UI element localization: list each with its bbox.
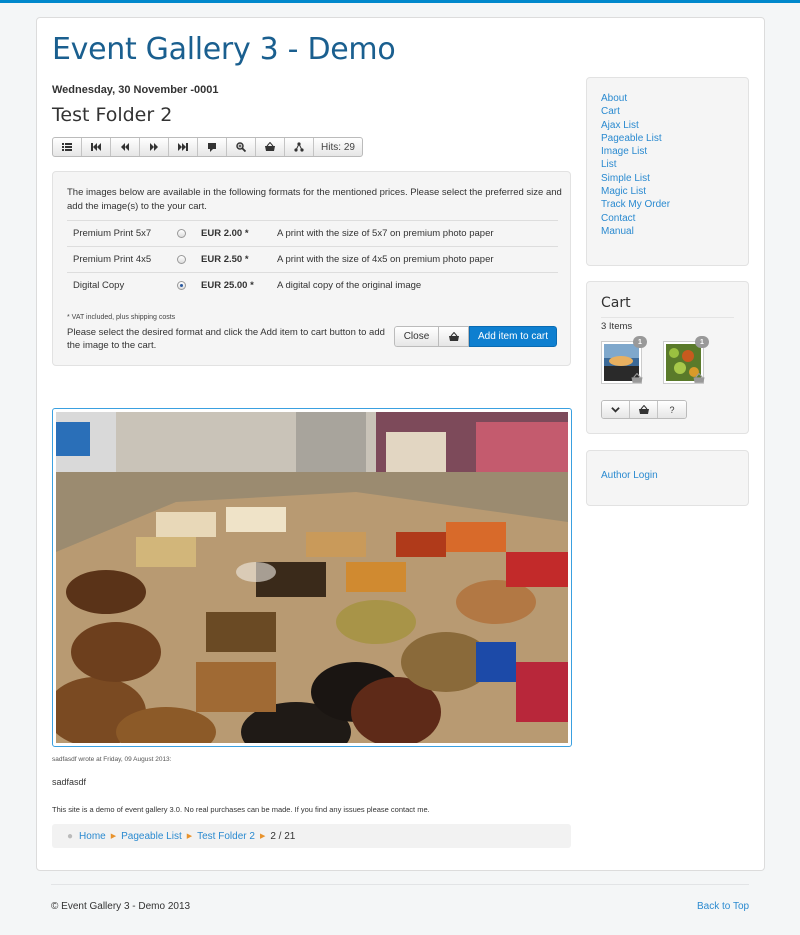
format-row[interactable]: Premium Print 4x5 EUR 2.50 * A print wit… — [67, 246, 558, 272]
comment-meta: sadfasdf wrote at Friday, 09 August 2013… — [52, 756, 172, 763]
quantity-badge: 1 — [695, 336, 709, 348]
chevron-right-icon: ▶ — [259, 833, 266, 840]
chevron-down-icon[interactable] — [602, 401, 630, 418]
main-photo[interactable] — [52, 408, 572, 747]
map-pin-icon: ● — [67, 830, 74, 842]
breadcrumb-home[interactable]: Home — [79, 831, 106, 842]
select-instructions: Please select the desired format and cli… — [67, 327, 385, 351]
basket-icon[interactable] — [256, 138, 285, 156]
menu-item-simple-list[interactable]: Simple List — [601, 172, 748, 185]
site-title[interactable]: Event Gallery 3 - Demo — [52, 32, 396, 67]
close-button[interactable]: Close — [394, 326, 438, 347]
format-price: EUR 2.00 * — [201, 228, 249, 239]
cart-item-count: 3 Items — [601, 321, 633, 332]
hits-counter: Hits: 29 — [321, 141, 355, 153]
menu-item-cart[interactable]: Cart — [601, 105, 748, 118]
menu-item-image-list[interactable]: Image List — [601, 145, 748, 158]
help-button[interactable]: ? — [658, 401, 686, 418]
format-price: EUR 25.00 * — [201, 280, 254, 291]
first-icon[interactable] — [82, 138, 111, 156]
format-selection-panel: The images below are available in the fo… — [52, 171, 571, 366]
back-to-top-link[interactable]: Back to Top — [697, 901, 749, 912]
chevron-right-icon: ▶ — [110, 833, 117, 840]
last-icon[interactable] — [169, 138, 198, 156]
cart-widget: Cart 3 Items 1 1 ? — [586, 281, 749, 434]
format-description: A print with the size of 4x5 on premium … — [277, 254, 494, 265]
menu-item-about[interactable]: About — [601, 92, 748, 105]
market-photo-image — [56, 412, 568, 743]
format-radio[interactable] — [177, 255, 186, 264]
sidebar-menu: About Cart Ajax List Pageable List Image… — [586, 77, 749, 266]
format-row[interactable]: Premium Print 5x7 EUR 2.00 * A print wit… — [67, 220, 558, 246]
main-container: Event Gallery 3 - Demo Wednesday, 30 Nov… — [36, 17, 765, 871]
event-date: Wednesday, 30 November -0001 — [52, 84, 219, 96]
menu-item-pageable-list[interactable]: Pageable List — [601, 132, 748, 145]
chevron-right-icon: ▶ — [186, 833, 193, 840]
format-radio-selected[interactable] — [177, 281, 186, 290]
menu-item-list[interactable]: List — [601, 158, 748, 171]
format-price: EUR 2.50 * — [201, 254, 249, 265]
cart-thumbnail[interactable]: 1 — [601, 336, 647, 384]
menu-item-magic-list[interactable]: Magic List — [601, 185, 748, 198]
comment-icon[interactable] — [198, 138, 227, 156]
format-name: Premium Print 4x5 — [73, 254, 152, 265]
quantity-badge: 1 — [633, 336, 647, 348]
login-widget: Author Login — [586, 450, 749, 506]
comment-text: sadfasdf — [52, 777, 87, 787]
author-login-link[interactable]: Author Login — [601, 470, 658, 481]
format-name: Premium Print 5x7 — [73, 228, 152, 239]
demo-note: This site is a demo of event gallery 3.0… — [52, 805, 430, 814]
breadcrumb-pageable-list[interactable]: Pageable List — [121, 831, 182, 842]
format-table: Premium Print 5x7 EUR 2.00 * A print wit… — [67, 220, 558, 298]
menu-item-contact[interactable]: Contact — [601, 212, 748, 225]
cart-controls: ? — [601, 400, 687, 419]
format-description: A print with the size of 5x7 on premium … — [277, 228, 494, 239]
basket-icon[interactable] — [625, 371, 649, 385]
vat-note: * VAT included, plus shipping costs — [67, 314, 176, 321]
format-name: Digital Copy — [73, 280, 125, 291]
breadcrumb-position: 2 / 21 — [270, 830, 296, 842]
menu-item-manual[interactable]: Manual — [601, 225, 748, 238]
cart-action-group: Close Add item to cart — [394, 326, 557, 347]
folder-title: Test Folder 2 — [52, 104, 173, 126]
next-icon[interactable] — [140, 138, 169, 156]
format-description: A digital copy of the original image — [277, 280, 422, 291]
format-radio[interactable] — [177, 229, 186, 238]
format-intro: The images below are available in the fo… — [67, 187, 562, 212]
cart-title: Cart — [601, 295, 631, 311]
basket-icon[interactable] — [687, 371, 711, 385]
breadcrumb: ● Home ▶ Pageable List ▶ Test Folder 2 ▶… — [52, 824, 571, 848]
basket-icon[interactable] — [438, 326, 469, 347]
image-toolbar: Hits: 29 — [52, 137, 363, 157]
breadcrumb-folder[interactable]: Test Folder 2 — [197, 831, 255, 842]
list-icon[interactable] — [53, 138, 82, 156]
cart-thumbnail[interactable]: 1 — [663, 336, 709, 384]
share-icon[interactable] — [285, 138, 314, 156]
basket-icon[interactable] — [630, 401, 658, 418]
menu-item-ajax-list[interactable]: Ajax List — [601, 119, 748, 132]
format-row[interactable]: Digital Copy EUR 25.00 * A digital copy … — [67, 272, 558, 298]
footer-divider — [51, 884, 749, 885]
menu-item-track-my-order[interactable]: Track My Order — [601, 198, 748, 211]
add-to-cart-button[interactable]: Add item to cart — [469, 326, 557, 347]
footer-copyright: © Event Gallery 3 - Demo 2013 — [51, 901, 191, 912]
zoom-icon[interactable] — [227, 138, 256, 156]
previous-icon[interactable] — [111, 138, 140, 156]
